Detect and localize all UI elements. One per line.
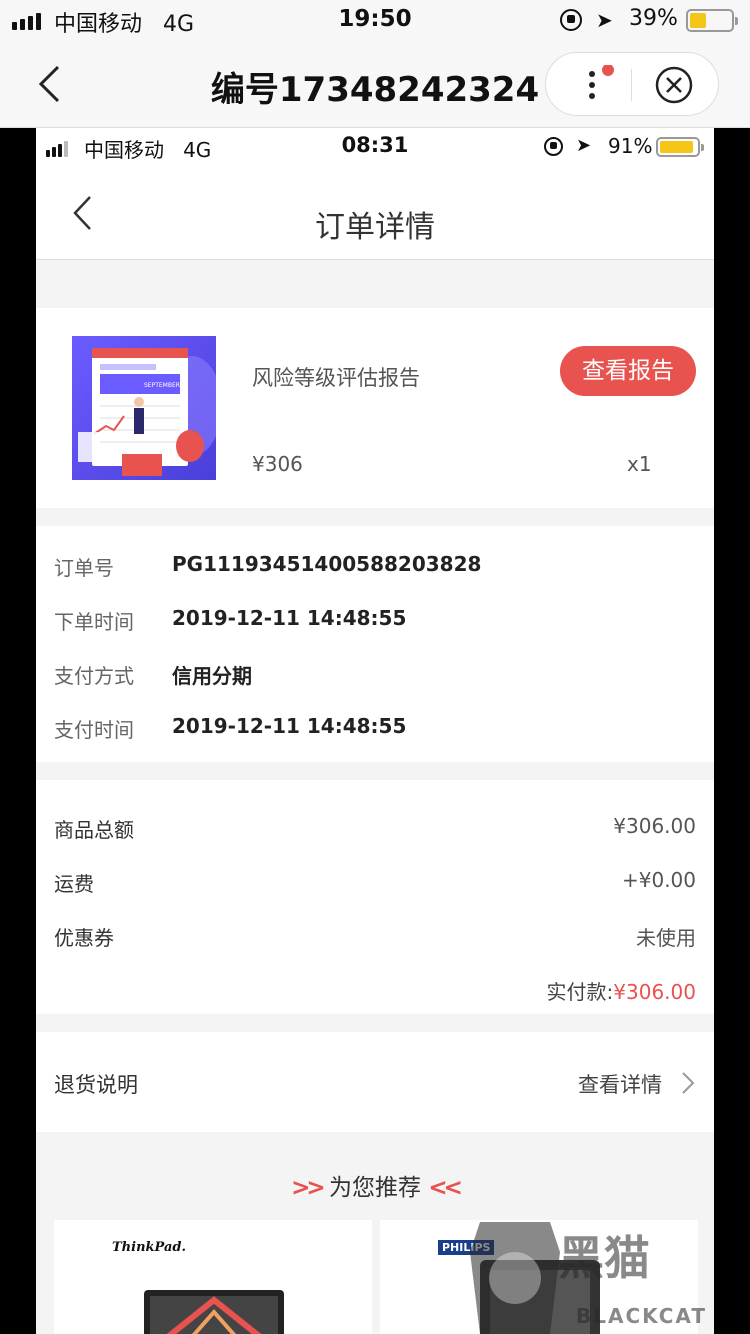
recommend-item[interactable]: ThinkPad. bbox=[54, 1220, 372, 1334]
order-time-label: 下单时间 bbox=[54, 610, 134, 634]
coupon-label: 优惠券 bbox=[54, 926, 114, 950]
location-arrow-icon: ➤ bbox=[596, 8, 613, 32]
coupon-value: 未使用 bbox=[636, 926, 696, 950]
watermark-logo-icon bbox=[470, 1222, 560, 1334]
product-card: SEPTEMBER 风险等级评估报告 ¥306 x1 查看报告 bbox=[36, 308, 714, 508]
battery-icon bbox=[656, 137, 704, 157]
order-number-value: PG11193451400588203828 bbox=[172, 552, 482, 576]
payment-method-value: 信用分期 bbox=[172, 664, 252, 688]
goods-total-value: ¥306.00 bbox=[613, 814, 696, 838]
capsule-divider bbox=[631, 69, 632, 101]
payment-time-value: 2019-12-11 14:48:55 bbox=[172, 714, 407, 738]
paid-total-label: 实付款: bbox=[546, 980, 614, 1004]
watermark-subtext: BLACKCAT bbox=[576, 1304, 707, 1328]
inner-status-bar: 中国移动 4G 08:31 ➤ 91% bbox=[36, 128, 714, 166]
return-policy-label: 退货说明 bbox=[54, 1073, 138, 1097]
view-report-button[interactable]: 查看报告 bbox=[560, 346, 696, 396]
double-chevron-left-icon: << bbox=[428, 1175, 462, 1201]
product-thumbnail: SEPTEMBER bbox=[72, 336, 216, 480]
mini-program-capsule bbox=[545, 52, 719, 116]
double-chevron-right-icon: >> bbox=[291, 1175, 325, 1201]
recommend-brand: ThinkPad. bbox=[112, 1240, 186, 1255]
payment-time-label: 支付时间 bbox=[54, 718, 134, 742]
outer-status-bar: 中国移动 4G 19:50 ➤ 39% bbox=[0, 0, 750, 40]
more-options-icon[interactable] bbox=[576, 65, 616, 105]
outer-nav-bar: 编号17348242324 bbox=[0, 40, 750, 128]
product-price: ¥306 bbox=[252, 452, 303, 476]
location-arrow-icon: ➤ bbox=[576, 135, 592, 156]
report-illustration-icon: SEPTEMBER bbox=[78, 348, 216, 476]
battery-icon bbox=[686, 9, 738, 32]
rotation-lock-icon bbox=[544, 137, 563, 156]
order-number-label: 订单号 bbox=[54, 556, 114, 580]
shipping-value: +¥0.00 bbox=[621, 868, 696, 892]
close-icon[interactable] bbox=[654, 65, 694, 105]
chevron-right-icon bbox=[682, 1072, 695, 1094]
rotation-lock-icon bbox=[560, 9, 582, 31]
paid-total-value: ¥306.00 bbox=[613, 980, 696, 1004]
payment-method-label: 支付方式 bbox=[54, 664, 134, 688]
amounts-card: 商品总额 ¥306.00 运费 +¥0.00 优惠券 未使用 实付款:¥306.… bbox=[36, 780, 714, 1014]
paid-total: 实付款:¥306.00 bbox=[547, 976, 696, 1005]
battery-percent: 39% bbox=[629, 6, 678, 31]
battery-fill bbox=[660, 141, 693, 153]
product-quantity: x1 bbox=[627, 452, 652, 476]
thumb-caption: SEPTEMBER bbox=[144, 382, 180, 389]
inner-screenshot: 中国移动 4G 08:31 ➤ 91% 订单详情 SEPTEMBER 风险等级评… bbox=[36, 128, 714, 1334]
watermark-text: 黑猫 bbox=[558, 1231, 650, 1285]
goods-total-label: 商品总额 bbox=[54, 818, 134, 842]
shipping-label: 运费 bbox=[54, 872, 94, 896]
laptop-image bbox=[144, 1290, 284, 1334]
view-details-link[interactable]: 查看详情 bbox=[578, 1069, 662, 1099]
recommend-heading: >> 为您推荐 << bbox=[36, 1168, 714, 1202]
recommend-title: 为您推荐 bbox=[329, 1175, 421, 1201]
inner-page-title: 订单详情 bbox=[315, 210, 435, 245]
inner-nav-bar: 订单详情 bbox=[36, 166, 714, 260]
return-policy-row[interactable]: 退货说明 查看详情 bbox=[36, 1032, 714, 1132]
order-time-value: 2019-12-11 14:48:55 bbox=[172, 606, 407, 630]
battery-fill bbox=[690, 13, 706, 28]
battery-percent: 91% bbox=[608, 134, 653, 158]
order-info-card: 订单号 PG11193451400588203828 下单时间 2019-12-… bbox=[36, 526, 714, 762]
product-name: 风险等级评估报告 bbox=[252, 366, 420, 390]
